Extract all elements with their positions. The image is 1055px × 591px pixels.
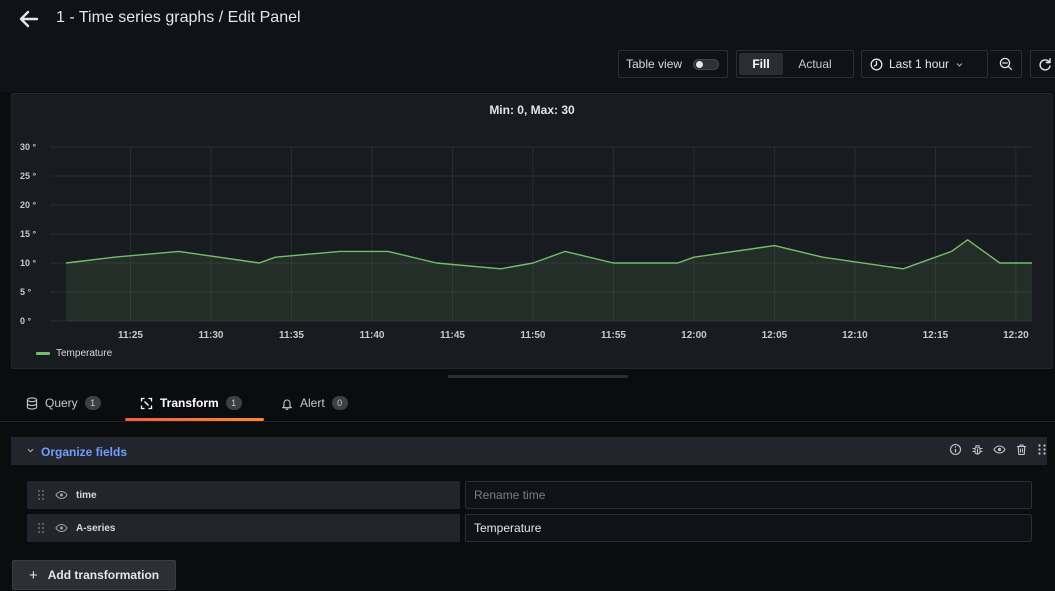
refresh-icon [1038, 57, 1052, 71]
rename-time-input[interactable] [465, 481, 1032, 509]
panel-resize-handle[interactable] [448, 375, 628, 378]
table-view-toggle[interactable]: Table view [618, 50, 728, 78]
page-title: 1 - Time series graphs / Edit Panel [56, 9, 301, 26]
chevron-down-icon[interactable] [26, 446, 35, 455]
plus-icon: + [29, 566, 38, 584]
top-bar: 1 - Time series graphs / Edit Panel [0, 0, 1055, 40]
eye-icon[interactable] [55, 489, 68, 501]
x-tick-label: 12:15 [923, 330, 949, 341]
drag-handle-icon[interactable] [37, 522, 45, 534]
x-tick-label: 12:05 [762, 330, 788, 341]
chevron-down-icon [955, 60, 964, 69]
field-name-cell: A-series [27, 514, 460, 542]
field-row-a-series: A-series [27, 514, 1032, 542]
editor-tabs: Query 1 Transform 1 Alert 0 [0, 385, 1055, 422]
legend-label: Temperature [56, 348, 113, 359]
tab-alert[interactable]: Alert 0 [281, 396, 348, 410]
x-tick-label: 11:50 [520, 330, 545, 341]
bug-icon[interactable] [971, 443, 984, 456]
actual-button[interactable]: Actual [783, 53, 847, 75]
y-tick-label: 30 ° [20, 142, 37, 152]
tab-transform-label: Transform [160, 396, 219, 410]
fill-actual-group: Fill Actual [736, 50, 854, 78]
table-view-switch[interactable] [693, 59, 719, 70]
transformation-title: Organize fields [41, 445, 128, 459]
x-tick-label: 11:55 [601, 330, 626, 341]
add-transformation-label: Add transformation [47, 568, 160, 582]
query-count-badge: 1 [84, 396, 101, 410]
panel-toolbar: Table view Fill Actual Last 1 hour [0, 40, 1055, 92]
x-tick-label: 11:35 [279, 330, 304, 341]
eye-icon[interactable] [993, 443, 1006, 456]
transform-icon [140, 397, 153, 410]
organize-fields-header[interactable]: Organize fields [11, 437, 1047, 465]
x-tick-label: 12:00 [681, 330, 707, 341]
time-series-chart: 0 ° 5 ° 10 ° 15 ° 20 ° 25 ° 30 ° 11:25 11:30 11:3… [20, 142, 1033, 341]
clock-icon [870, 58, 883, 71]
x-tick-label: 11:40 [359, 330, 384, 341]
zoom-out-button[interactable] [990, 50, 1022, 78]
rename-a-series-input[interactable] [465, 514, 1032, 542]
eye-icon[interactable] [55, 522, 68, 534]
tab-alert-label: Alert [300, 396, 325, 410]
field-name-cell: time [27, 481, 460, 509]
x-tick-label: 12:20 [1003, 330, 1029, 341]
y-tick-label: 10 ° [20, 258, 37, 268]
transformation-actions [949, 443, 1047, 456]
y-tick-label: 5 ° [20, 287, 32, 297]
tab-transform[interactable]: Transform 1 [140, 396, 242, 410]
chart-legend[interactable]: Temperature [36, 348, 112, 359]
y-tick-label: 0 ° [20, 316, 32, 326]
trash-icon[interactable] [1015, 443, 1028, 456]
y-tick-label: 25 ° [20, 171, 37, 181]
active-tab-indicator [125, 418, 264, 421]
time-range-picker[interactable]: Last 1 hour [861, 50, 988, 78]
drag-handle-icon[interactable] [1037, 443, 1047, 456]
tab-query[interactable]: Query 1 [26, 396, 101, 410]
x-tick-label: 11:30 [198, 330, 223, 341]
table-view-label: Table view [626, 57, 683, 71]
zoom-out-icon [999, 57, 1013, 71]
add-transformation-button[interactable]: + Add transformation [12, 560, 176, 590]
y-tick-label: 15 ° [20, 229, 37, 239]
field-row-time: time [27, 481, 1032, 509]
tab-query-label: Query [45, 396, 78, 410]
transform-count-badge: 1 [225, 396, 242, 410]
bell-icon [281, 397, 293, 410]
legend-color-swatch [36, 352, 50, 355]
x-tick-label: 12:10 [842, 330, 868, 341]
refresh-button[interactable] [1030, 50, 1055, 78]
field-name: time [76, 489, 97, 501]
alert-count-badge: 0 [331, 396, 348, 410]
fill-button[interactable]: Fill [739, 53, 783, 75]
x-tick-label: 11:25 [118, 330, 143, 341]
back-arrow-icon[interactable] [18, 8, 40, 30]
time-range-label: Last 1 hour [889, 57, 950, 71]
field-name: A-series [76, 522, 116, 534]
x-tick-label: 11:45 [440, 330, 465, 341]
graph-panel: Min: 0, Max: 30 0 ° 5 ° 10 ° 15 ° 20 ° 25 ° 30… [11, 93, 1053, 369]
drag-handle-icon[interactable] [37, 489, 45, 501]
y-tick-label: 20 ° [20, 200, 37, 210]
info-icon[interactable] [949, 443, 962, 456]
database-icon [26, 396, 38, 410]
